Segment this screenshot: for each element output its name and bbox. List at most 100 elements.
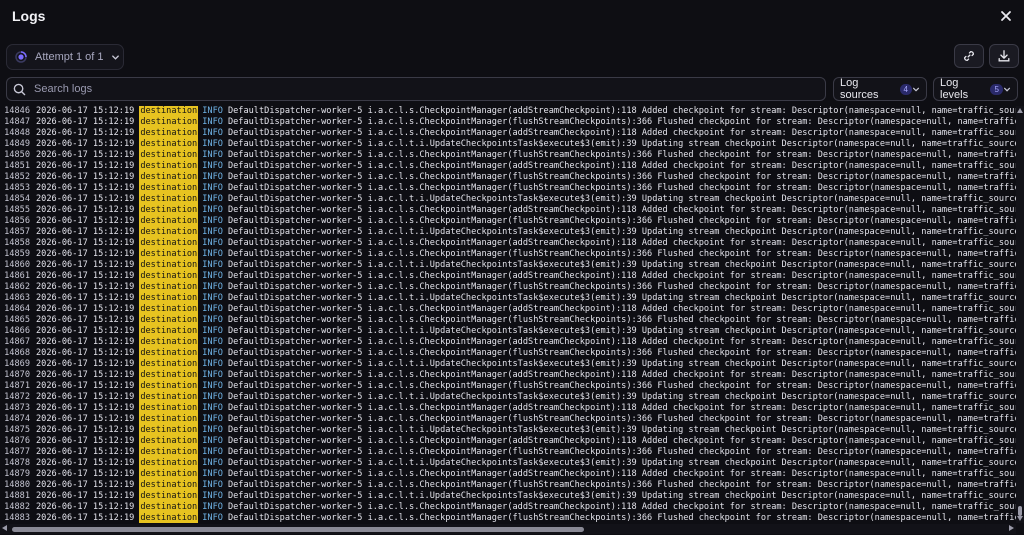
log-sources-label: Log sources [840,77,879,101]
log-row: 14873 2026-06-17 15:12:19 destination INFO D… [0,403,1016,414]
copy-link-button[interactable] [954,44,984,68]
log-timestamp: 2026-06-17 15:12:19 [36,227,135,237]
log-level: INFO [202,337,223,347]
log-line-number: 14862 [4,282,30,292]
log-line-number: 14872 [4,392,30,402]
log-level: INFO [202,227,223,237]
log-level: INFO [202,194,223,204]
log-source-badge: destination [139,205,199,216]
log-timestamp: 2026-06-17 15:12:19 [36,139,135,149]
close-button[interactable] [996,6,1016,26]
log-level: INFO [202,282,223,292]
log-row: 14852 2026-06-17 15:12:19 destination INFO D… [0,172,1016,183]
log-line-number: 14874 [4,414,30,424]
vertical-scroll-thumb[interactable] [1018,506,1022,516]
log-row: 14881 2026-06-17 15:12:19 destination INFO D… [0,491,1016,502]
log-message: DefaultDispatcher-worker-5 i.a.c.l.s.Che… [227,403,1016,413]
download-button[interactable] [989,44,1019,68]
horizontal-scroll-thumb[interactable] [12,527,584,532]
log-row: 14878 2026-06-17 15:12:19 destination INFO D… [0,458,1016,469]
log-message: DefaultDispatcher-worker-5 i.a.c.l.s.Che… [227,249,1016,259]
log-message: DefaultDispatcher-worker-5 i.a.c.l.t.i.U… [227,458,1016,468]
log-timestamp: 2026-06-17 15:12:19 [36,425,135,435]
log-source-badge: destination [139,117,199,128]
log-level: INFO [202,414,223,424]
log-level: INFO [202,381,223,391]
log-row: 14850 2026-06-17 15:12:19 destination INFO D… [0,150,1016,161]
log-sources-dropdown[interactable]: Log sources 4 [833,77,927,101]
log-timestamp: 2026-06-17 15:12:19 [36,128,135,138]
log-list[interactable]: 14846 2026-06-17 15:12:19 destination INFO D… [0,106,1016,523]
log-level: INFO [202,293,223,303]
log-row: 14861 2026-06-17 15:12:19 destination INFO D… [0,271,1016,282]
log-source-badge: destination [139,381,199,392]
log-level: INFO [202,513,223,523]
log-row: 14870 2026-06-17 15:12:19 destination INFO D… [0,370,1016,381]
log-row: 14871 2026-06-17 15:12:19 destination INFO D… [0,381,1016,392]
log-line-number: 14881 [4,491,30,501]
log-message: DefaultDispatcher-worker-5 i.a.c.l.t.i.U… [227,359,1016,369]
log-message: DefaultDispatcher-worker-5 i.a.c.l.s.Che… [227,172,1016,182]
scroll-up-icon[interactable] [1017,108,1023,113]
log-levels-dropdown[interactable]: Log levels 5 [933,77,1018,101]
log-timestamp: 2026-06-17 15:12:19 [36,480,135,490]
log-level: INFO [202,183,223,193]
log-message: DefaultDispatcher-worker-5 i.a.c.l.s.Che… [227,447,1016,457]
log-timestamp: 2026-06-17 15:12:19 [36,348,135,358]
log-source-badge: destination [139,337,199,348]
scroll-down-icon[interactable] [1017,516,1023,521]
log-source-badge: destination [139,227,199,238]
log-line-number: 14864 [4,304,30,314]
log-message: DefaultDispatcher-worker-5 i.a.c.l.t.i.U… [227,491,1016,501]
log-line-number: 14876 [4,436,30,446]
log-timestamp: 2026-06-17 15:12:19 [36,282,135,292]
log-message: DefaultDispatcher-worker-5 i.a.c.l.s.Che… [227,337,1016,347]
log-level: INFO [202,469,223,479]
log-timestamp: 2026-06-17 15:12:19 [36,436,135,446]
log-row: 14853 2026-06-17 15:12:19 destination INFO D… [0,183,1016,194]
log-level: INFO [202,436,223,446]
log-line-number: 14851 [4,161,30,171]
log-message: DefaultDispatcher-worker-5 i.a.c.l.s.Che… [227,238,1016,248]
log-message: DefaultDispatcher-worker-5 i.a.c.l.s.Che… [227,480,1016,490]
log-source-badge: destination [139,469,199,480]
log-level: INFO [202,216,223,226]
log-source-badge: destination [139,106,199,117]
log-line-number: 14855 [4,205,30,215]
log-line-number: 14866 [4,326,30,336]
log-message: DefaultDispatcher-worker-5 i.a.c.l.s.Che… [227,216,1016,226]
log-source-badge: destination [139,425,199,436]
log-level: INFO [202,447,223,457]
log-source-badge: destination [139,183,199,194]
log-row: 14868 2026-06-17 15:12:19 destination INFO D… [0,348,1016,359]
search-box [6,77,826,101]
vertical-scrollbar[interactable] [1016,106,1024,523]
log-source-badge: destination [139,315,199,326]
chevron-down-icon [1003,87,1010,92]
search-input[interactable] [32,82,816,96]
log-source-badge: destination [139,458,199,469]
log-row: 14848 2026-06-17 15:12:19 destination INFO D… [0,128,1016,139]
log-level: INFO [202,271,223,281]
log-line-number: 14860 [4,260,30,270]
horizontal-scrollbar[interactable] [0,524,1016,534]
log-line-number: 14863 [4,293,30,303]
log-line-number: 14848 [4,128,30,138]
log-message: DefaultDispatcher-worker-5 i.a.c.l.s.Che… [227,502,1016,512]
log-line-number: 14849 [4,139,30,149]
scroll-right-icon[interactable] [1009,525,1014,531]
log-source-badge: destination [139,436,199,447]
attempt-selector[interactable]: Attempt 1 of 1 [6,44,124,70]
log-message: DefaultDispatcher-worker-5 i.a.c.l.s.Che… [227,161,1016,171]
log-line-number: 14882 [4,502,30,512]
scroll-left-icon[interactable] [2,525,7,531]
log-source-badge: destination [139,260,199,271]
log-timestamp: 2026-06-17 15:12:19 [36,513,135,523]
log-level: INFO [202,238,223,248]
title-bar: Logs [0,0,1024,32]
log-level: INFO [202,348,223,358]
log-source-badge: destination [139,304,199,315]
log-timestamp: 2026-06-17 15:12:19 [36,337,135,347]
log-timestamp: 2026-06-17 15:12:19 [36,260,135,270]
log-line-number: 14852 [4,172,30,182]
